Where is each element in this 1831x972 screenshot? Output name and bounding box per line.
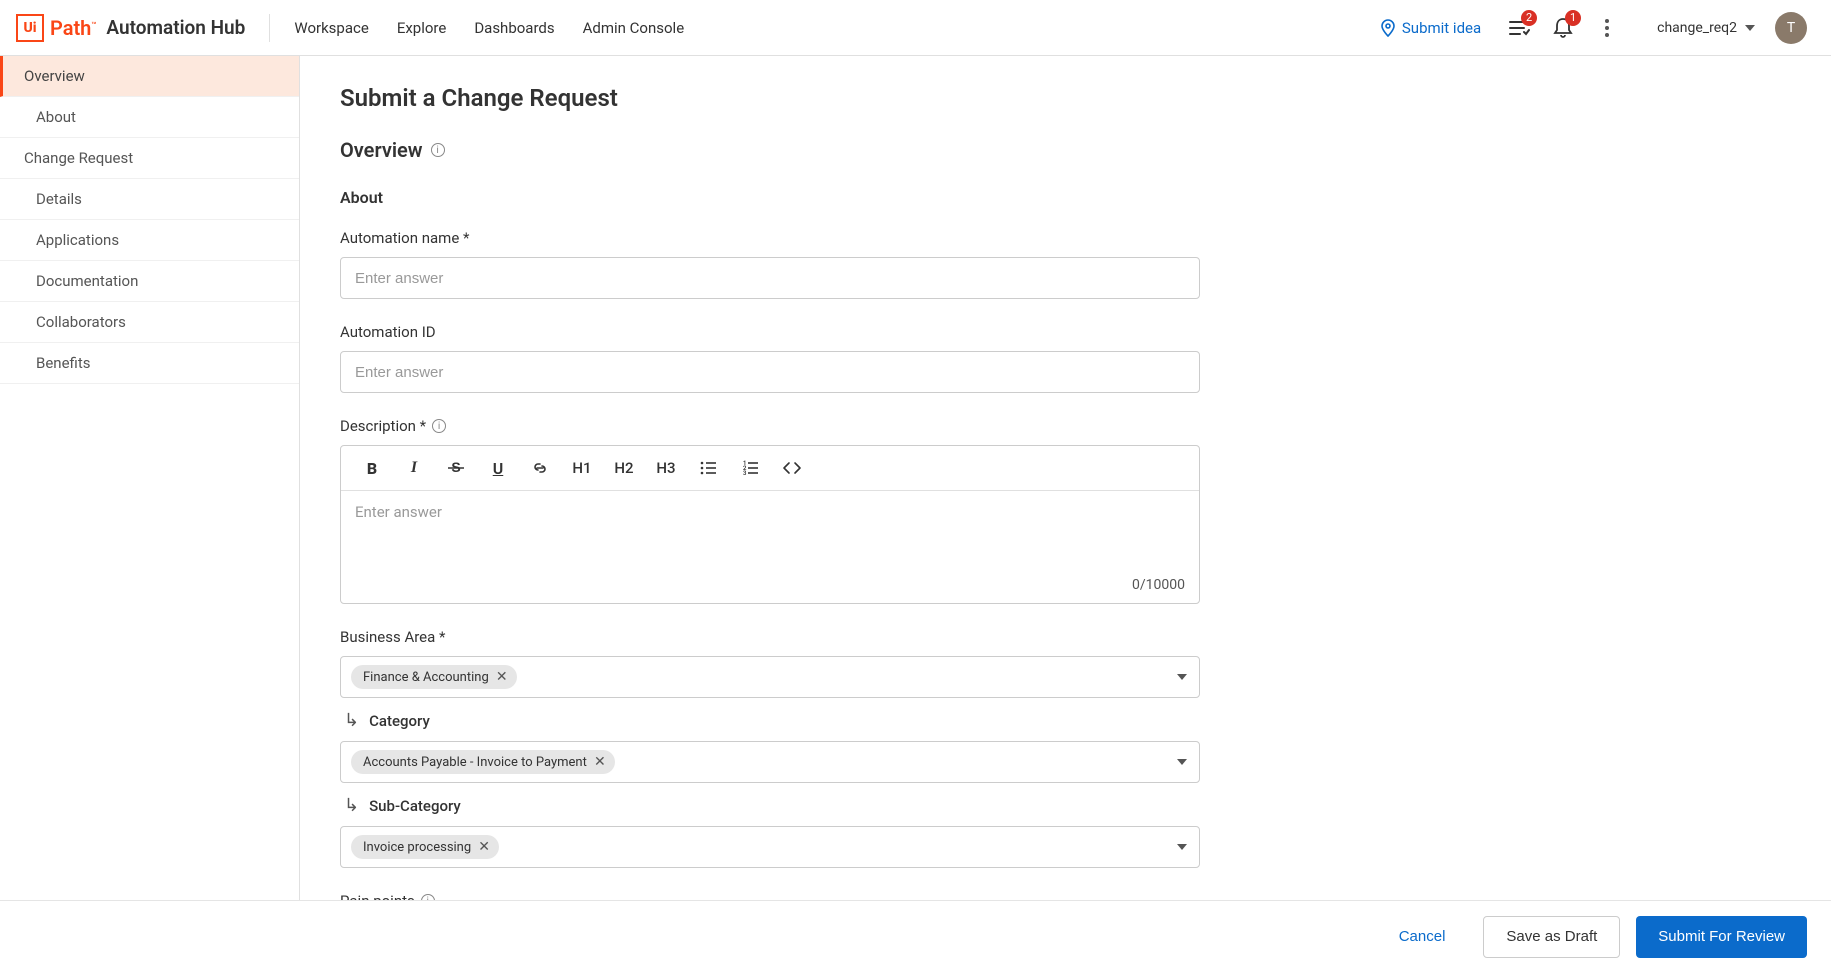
rte-h3-button[interactable]: H3 (645, 452, 687, 484)
footer-bar: Cancel Save as Draft Submit For Review (0, 900, 1831, 972)
sidebar-item-collaborators[interactable]: Collaborators (0, 302, 299, 343)
info-icon[interactable]: i (432, 419, 446, 433)
body: Overview About Change Request Details Ap… (0, 56, 1831, 900)
avatar[interactable]: T (1775, 12, 1807, 44)
tm-icon: ™ (91, 20, 96, 29)
chip-category-0: Accounts Payable - Invoice to Payment ✕ (351, 750, 615, 774)
logo-mark-icon: Ui (16, 14, 44, 42)
section-overview-title: Overview i (340, 138, 1791, 162)
rte-toolbar: B I S U H1 H2 H3 123 (341, 446, 1199, 491)
submit-for-review-button[interactable]: Submit For Review (1636, 916, 1807, 958)
chip-label: Accounts Payable - Invoice to Payment (363, 755, 587, 770)
chevron-down-icon (1177, 674, 1187, 680)
chip-business-area-0: Finance & Accounting ✕ (351, 665, 517, 689)
select-subcategory[interactable]: Invoice processing ✕ (340, 826, 1200, 868)
label-description: Description * i (340, 417, 1200, 435)
chip-label: Invoice processing (363, 840, 471, 855)
info-icon[interactable]: i (431, 143, 445, 157)
section-overview-label: Overview (340, 138, 423, 162)
chevron-down-icon (1177, 844, 1187, 850)
field-automation-id: Automation ID (340, 323, 1200, 393)
sidebar-item-documentation[interactable]: Documentation (0, 261, 299, 302)
label-automation-name: Automation name * (340, 229, 1200, 247)
tasks-badge: 2 (1521, 10, 1537, 26)
submit-idea-link[interactable]: Submit idea (1380, 19, 1481, 37)
more-menu-icon[interactable] (1593, 14, 1621, 42)
rte-h2-button[interactable]: H2 (603, 452, 645, 484)
page-title: Submit a Change Request (340, 84, 1791, 112)
top-bar: Ui Path™ Automation Hub Workspace Explor… (0, 0, 1831, 56)
label-subcategory: Sub-Category (369, 797, 461, 815)
rte-ul-button[interactable] (687, 452, 729, 484)
nav-explore[interactable]: Explore (397, 19, 447, 37)
logo[interactable]: Ui Path™ Automation Hub (16, 14, 245, 42)
sidebar-item-benefits[interactable]: Benefits (0, 343, 299, 384)
label-pain-points: Pain points i (340, 892, 1200, 900)
rte-ol-button[interactable]: 123 (729, 452, 771, 484)
field-pain-points: Pain points i (340, 892, 1200, 900)
chevron-down-icon (1745, 25, 1755, 31)
svg-text:3: 3 (743, 470, 747, 477)
subcategory-row: ↳ Sub-Category (344, 795, 1200, 816)
nav-dashboards[interactable]: Dashboards (474, 19, 554, 37)
username-label: change_req2 (1657, 20, 1737, 36)
description-editor: B I S U H1 H2 H3 123 (340, 445, 1200, 604)
subsection-about-title: About (340, 188, 1791, 207)
select-category[interactable]: Accounts Payable - Invoice to Payment ✕ (340, 741, 1200, 783)
chip-subcategory-0: Invoice processing ✕ (351, 835, 499, 859)
tasks-icon[interactable]: 2 (1505, 14, 1533, 42)
logo-text: Path™ (50, 16, 96, 40)
field-automation-name: Automation name * (340, 229, 1200, 299)
sidebar-item-applications[interactable]: Applications (0, 220, 299, 261)
chip-remove-icon[interactable]: ✕ (495, 669, 509, 685)
nav-workspace[interactable]: Workspace (294, 19, 368, 37)
sidebar: Overview About Change Request Details Ap… (0, 56, 300, 900)
notif-badge: 1 (1565, 10, 1581, 26)
bell-icon[interactable]: 1 (1549, 14, 1577, 42)
label-description-text: Description * (340, 417, 426, 435)
sidebar-item-overview[interactable]: Overview (0, 56, 299, 97)
submit-idea-label: Submit idea (1402, 19, 1481, 37)
input-automation-id[interactable] (340, 351, 1200, 393)
nav-admin-console[interactable]: Admin Console (583, 19, 685, 37)
sidebar-item-change-request[interactable]: Change Request (0, 138, 299, 179)
rte-link-button[interactable] (519, 452, 561, 484)
category-row: ↳ Category (344, 710, 1200, 731)
rte-underline-glyph: U (493, 459, 504, 478)
chip-remove-icon[interactable]: ✕ (477, 839, 491, 855)
label-automation-id: Automation ID (340, 323, 1200, 341)
label-pain-points-text: Pain points (340, 892, 415, 900)
description-textarea[interactable]: Enter answer (341, 491, 1199, 571)
field-description: Description * i B I S U H1 H2 H3 (340, 417, 1200, 604)
save-draft-button[interactable]: Save as Draft (1483, 916, 1620, 958)
sidebar-item-details[interactable]: Details (0, 179, 299, 220)
input-automation-name[interactable] (340, 257, 1200, 299)
chip-remove-icon[interactable]: ✕ (593, 754, 607, 770)
arrow-sub-icon: ↳ (344, 795, 359, 816)
select-business-area[interactable]: Finance & Accounting ✕ (340, 656, 1200, 698)
description-char-counter: 0/10000 (341, 571, 1199, 603)
chevron-down-icon (1177, 759, 1187, 765)
rte-italic-button[interactable]: I (393, 452, 435, 484)
field-business-area: Business Area * Finance & Accounting ✕ ↳… (340, 628, 1200, 868)
pin-icon (1380, 19, 1396, 37)
logo-product-name: Automation Hub (106, 16, 245, 39)
chip-label: Finance & Accounting (363, 670, 489, 685)
svg-text:S: S (451, 459, 460, 475)
arrow-sub-icon: ↳ (344, 710, 359, 731)
user-menu[interactable]: change_req2 (1657, 20, 1755, 36)
rte-underline-button[interactable]: U (477, 452, 519, 484)
logo-path: Path (50, 16, 91, 40)
divider (269, 14, 270, 42)
sidebar-item-about[interactable]: About (0, 97, 299, 138)
top-nav: Workspace Explore Dashboards Admin Conso… (294, 19, 684, 37)
label-category: Category (369, 712, 430, 730)
rte-strike-button[interactable]: S (435, 452, 477, 484)
rte-h1-button[interactable]: H1 (561, 452, 603, 484)
rte-code-button[interactable] (771, 452, 813, 484)
rte-bold-button[interactable]: B (351, 452, 393, 484)
main-content: Submit a Change Request Overview i About… (300, 56, 1831, 900)
label-business-area: Business Area * (340, 628, 1200, 646)
cancel-button[interactable]: Cancel (1377, 916, 1468, 958)
